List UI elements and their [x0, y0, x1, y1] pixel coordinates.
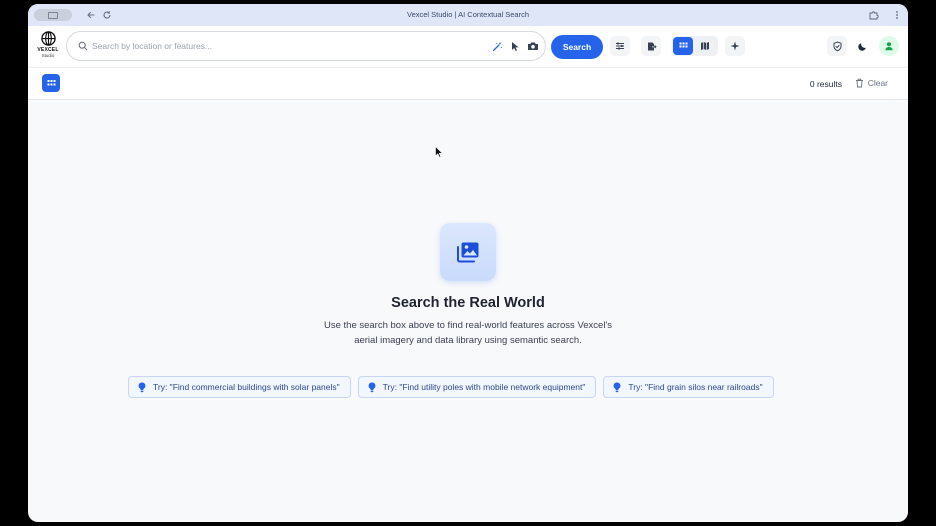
user-avatar[interactable]: [879, 36, 899, 56]
map-icon: [701, 42, 709, 50]
results-count: 0 results: [809, 79, 842, 89]
suggestion-chip[interactable]: Try: "Find grain silos near railroads": [603, 376, 774, 398]
layout-grid-button[interactable]: [42, 74, 60, 92]
clear-button[interactable]: Clear: [855, 78, 888, 88]
suggestion-text: Try: "Find commercial buildings with sol…: [153, 382, 340, 392]
browser-menu-button[interactable]: [890, 8, 904, 22]
title-bar: Vexcel Studio | AI Contextual Search: [28, 4, 908, 26]
trash-icon: [855, 78, 863, 88]
camera-icon[interactable]: [527, 40, 539, 52]
suggestion-list: Try: "Find commercial buildings with sol…: [128, 376, 774, 398]
grid-icon: [679, 42, 687, 47]
magic-wand-icon[interactable]: [491, 40, 503, 52]
sliders-icon: [616, 42, 624, 50]
empty-state-title: Search the Real World: [391, 295, 545, 311]
logo-subtext: Studio: [41, 53, 55, 58]
clear-label: Clear: [867, 78, 888, 88]
filters-button[interactable]: [610, 36, 630, 56]
grid-icon: [47, 79, 55, 85]
lightbulb-icon: [137, 381, 147, 393]
search-button[interactable]: Search: [551, 35, 603, 59]
browser-window: Vexcel Studio | AI Contextual Search VEX…: [28, 4, 908, 522]
map-view-button[interactable]: [695, 37, 715, 55]
view-toggle: [672, 36, 718, 56]
moon-icon: [858, 43, 866, 51]
sparkle-icon: [730, 41, 740, 51]
extensions-button[interactable]: [866, 8, 880, 22]
pointer-icon[interactable]: [509, 40, 521, 52]
suggestion-chip[interactable]: Try: "Find commercial buildings with sol…: [128, 376, 351, 398]
export-button[interactable]: [641, 36, 661, 56]
window-title: Vexcel Studio | AI Contextual Search: [406, 10, 530, 19]
ai-assist-button[interactable]: [725, 36, 745, 56]
empty-state-illustration: [440, 223, 496, 281]
vexcel-logo[interactable]: VEXCEL Studio: [36, 31, 60, 63]
search-box: [66, 31, 546, 61]
search-icon: [77, 40, 89, 52]
export-icon: [647, 42, 657, 50]
more-vertical-icon: [896, 11, 898, 19]
image-gallery-icon: [457, 242, 479, 263]
search-input[interactable]: [92, 41, 472, 51]
shield-check-icon: [833, 40, 841, 51]
app-toolbar: VEXCEL Studio Search: [28, 26, 908, 68]
suggestion-text: Try: "Find utility poles with mobile net…: [382, 382, 586, 392]
lightbulb-icon: [612, 381, 622, 393]
globe-icon: [40, 31, 56, 46]
grid-view-button[interactable]: [673, 37, 693, 55]
puzzle-icon: [869, 10, 879, 19]
user-icon: [885, 42, 893, 51]
empty-state-description: Use the search box above to find real-wo…: [323, 320, 612, 346]
dark-mode-toggle[interactable]: [853, 36, 873, 56]
lightbulb-icon: [367, 381, 377, 393]
mouse-cursor-icon: [435, 146, 443, 158]
security-button[interactable]: [827, 36, 847, 56]
suggestion-chip[interactable]: Try: "Find utility poles with mobile net…: [357, 376, 597, 398]
results-bar: 0 results Clear: [28, 68, 908, 100]
suggestion-text: Try: "Find grain silos near railroads": [628, 382, 763, 392]
